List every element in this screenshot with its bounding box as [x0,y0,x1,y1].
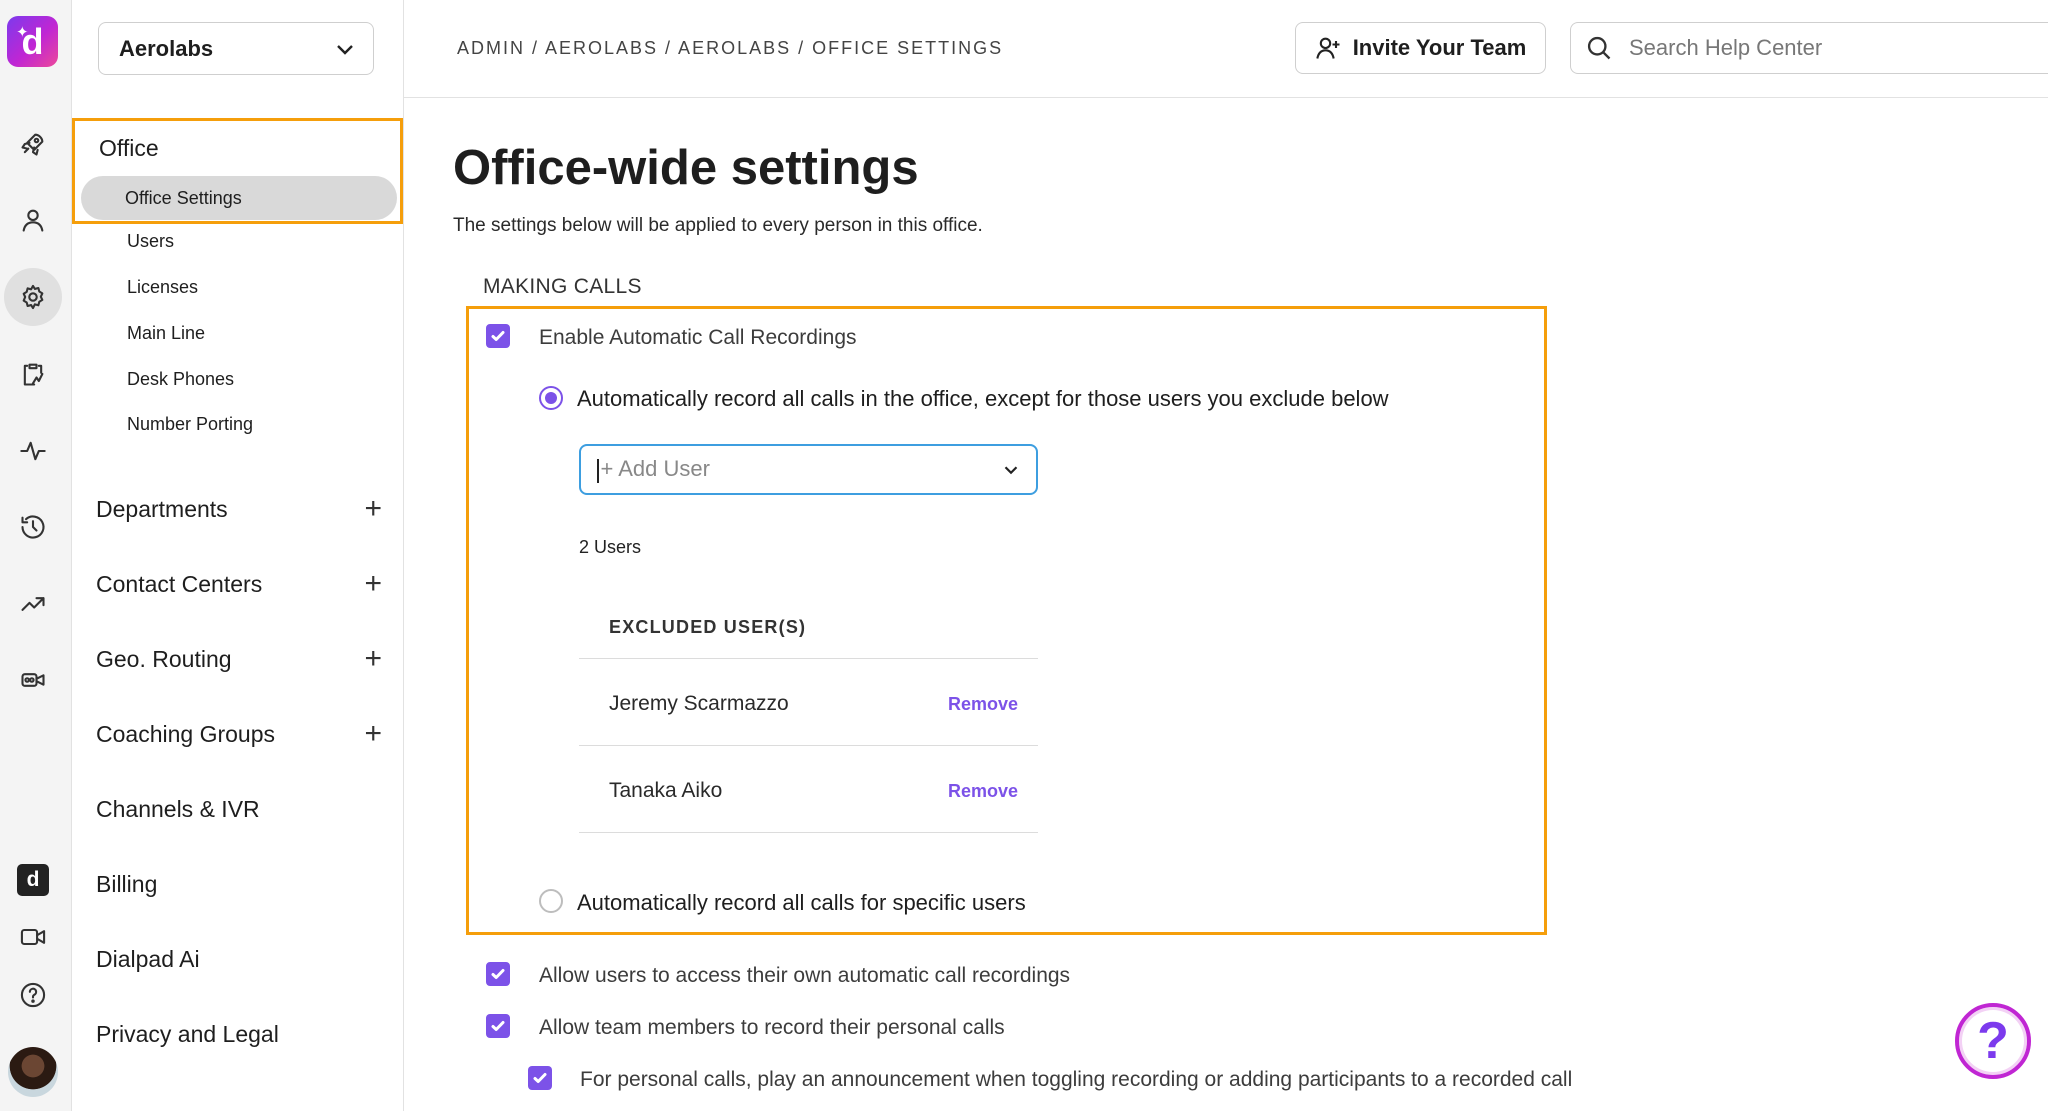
icon-rail: ✦ d d [0,0,72,1111]
gear-icon[interactable] [4,268,62,326]
remove-user-button[interactable]: Remove [948,781,1018,802]
sidebar-item-contact-centers[interactable]: Contact Centers + [96,569,386,599]
announcement-label: For personal calls, play an announcement… [580,1068,1573,1091]
excluded-users-header: EXCLUDED USER(S) [609,617,807,637]
org-name: Aerolabs [119,35,214,61]
help-circle-icon[interactable] [14,976,52,1014]
sidebar-item-privacy-legal[interactable]: Privacy and Legal [96,1021,386,1048]
dialpad-app-icon[interactable]: d [17,864,49,896]
sidebar-item-departments[interactable]: Departments + [96,494,386,524]
checkmark-icon [491,331,505,341]
allow-own-recordings-label: Allow users to access their own automati… [539,964,1071,987]
add-user-dropdown[interactable]: + Add User [579,444,1038,495]
breadcrumb[interactable]: ADMIN / AEROLABS / AEROLABS / OFFICE SET… [457,38,1003,59]
allow-personal-record-checkbox[interactable] [486,1014,510,1038]
help-question-icon[interactable]: ? [1955,1003,2031,1079]
plus-icon[interactable]: + [364,569,386,599]
enable-recordings-checkbox[interactable] [486,324,510,348]
record-all-label: Automatically record all calls in the of… [577,386,1389,411]
office-group-highlight: Office Office Settings [72,118,403,224]
pulse-icon[interactable] [14,432,52,470]
checkmark-icon [491,1021,505,1031]
sidebar-item-licenses[interactable]: Licenses [127,277,198,298]
announcement-checkbox[interactable] [528,1066,552,1090]
help-search[interactable] [1570,22,2048,74]
video-analytics-icon[interactable] [14,661,52,699]
page-description: The settings below will be applied to ev… [453,215,983,236]
settings-sidebar: Aerolabs Office Office Settings Users Li… [72,0,404,1111]
video-camera-icon[interactable] [14,918,52,956]
chevron-down-icon [337,44,353,55]
allow-personal-record-label: Allow team members to record their perso… [539,1016,1005,1039]
user-avatar[interactable] [8,1047,58,1097]
header-divider [404,97,2048,98]
sidebar-item-dialpad-ai[interactable]: Dialpad Ai [96,946,386,973]
table-divider [579,832,1038,833]
allow-own-recordings-checkbox[interactable] [486,962,510,986]
record-specific-radio[interactable] [539,889,563,913]
person-icon[interactable] [14,201,52,239]
user-count: 2 Users [579,537,642,557]
history-icon[interactable] [14,508,52,546]
sidebar-item-desk-phones[interactable]: Desk Phones [127,369,234,390]
checkmark-icon [533,1073,547,1083]
search-icon [1587,36,1611,60]
clipboard-chart-icon[interactable] [14,355,52,393]
plus-icon[interactable]: + [364,494,386,524]
checkmark-icon [491,969,505,979]
chevron-down-icon [1004,465,1018,474]
sidebar-item-coaching-groups[interactable]: Coaching Groups + [96,719,386,749]
add-user-icon [1315,37,1340,59]
sidebar-item-main-line[interactable]: Main Line [127,323,205,344]
add-user-placeholder: + Add User [600,456,710,482]
page-title: Office-wide settings [453,141,919,195]
enable-recordings-label: Enable Automatic Call Recordings [539,326,857,349]
search-input[interactable] [1629,35,2009,61]
sidebar-item-billing[interactable]: Billing [96,871,386,898]
invite-team-button[interactable]: Invite Your Team [1295,22,1546,74]
dialpad-logo-icon[interactable]: ✦ d [7,16,58,67]
table-divider [579,658,1038,659]
table-row-user-name: Jeremy Scarmazzo [609,692,789,715]
remove-user-button[interactable]: Remove [948,694,1018,715]
record-all-radio[interactable] [539,386,563,410]
record-specific-label: Automatically record all calls for speci… [577,890,1026,915]
text-cursor [597,458,599,483]
sidebar-item-office-settings[interactable]: Office Settings [81,176,397,220]
table-row-user-name: Tanaka Aiko [609,779,723,802]
sidebar-item-geo-routing[interactable]: Geo. Routing + [96,644,386,674]
table-divider [579,745,1038,746]
trending-up-icon[interactable] [14,585,52,623]
plus-icon[interactable]: + [364,719,386,749]
section-label-making-calls: MAKING CALLS [483,275,642,298]
rocket-icon[interactable] [14,125,52,163]
plus-icon[interactable]: + [364,644,386,674]
sidebar-item-number-porting[interactable]: Number Porting [127,414,253,435]
org-selector[interactable]: Aerolabs [98,22,374,75]
sidebar-item-channels-ivr[interactable]: Channels & IVR [96,796,386,823]
sidebar-item-users[interactable]: Users [127,231,174,252]
sparkle-icon: ✦ [16,24,29,41]
sidebar-office-heading[interactable]: Office [99,135,159,162]
